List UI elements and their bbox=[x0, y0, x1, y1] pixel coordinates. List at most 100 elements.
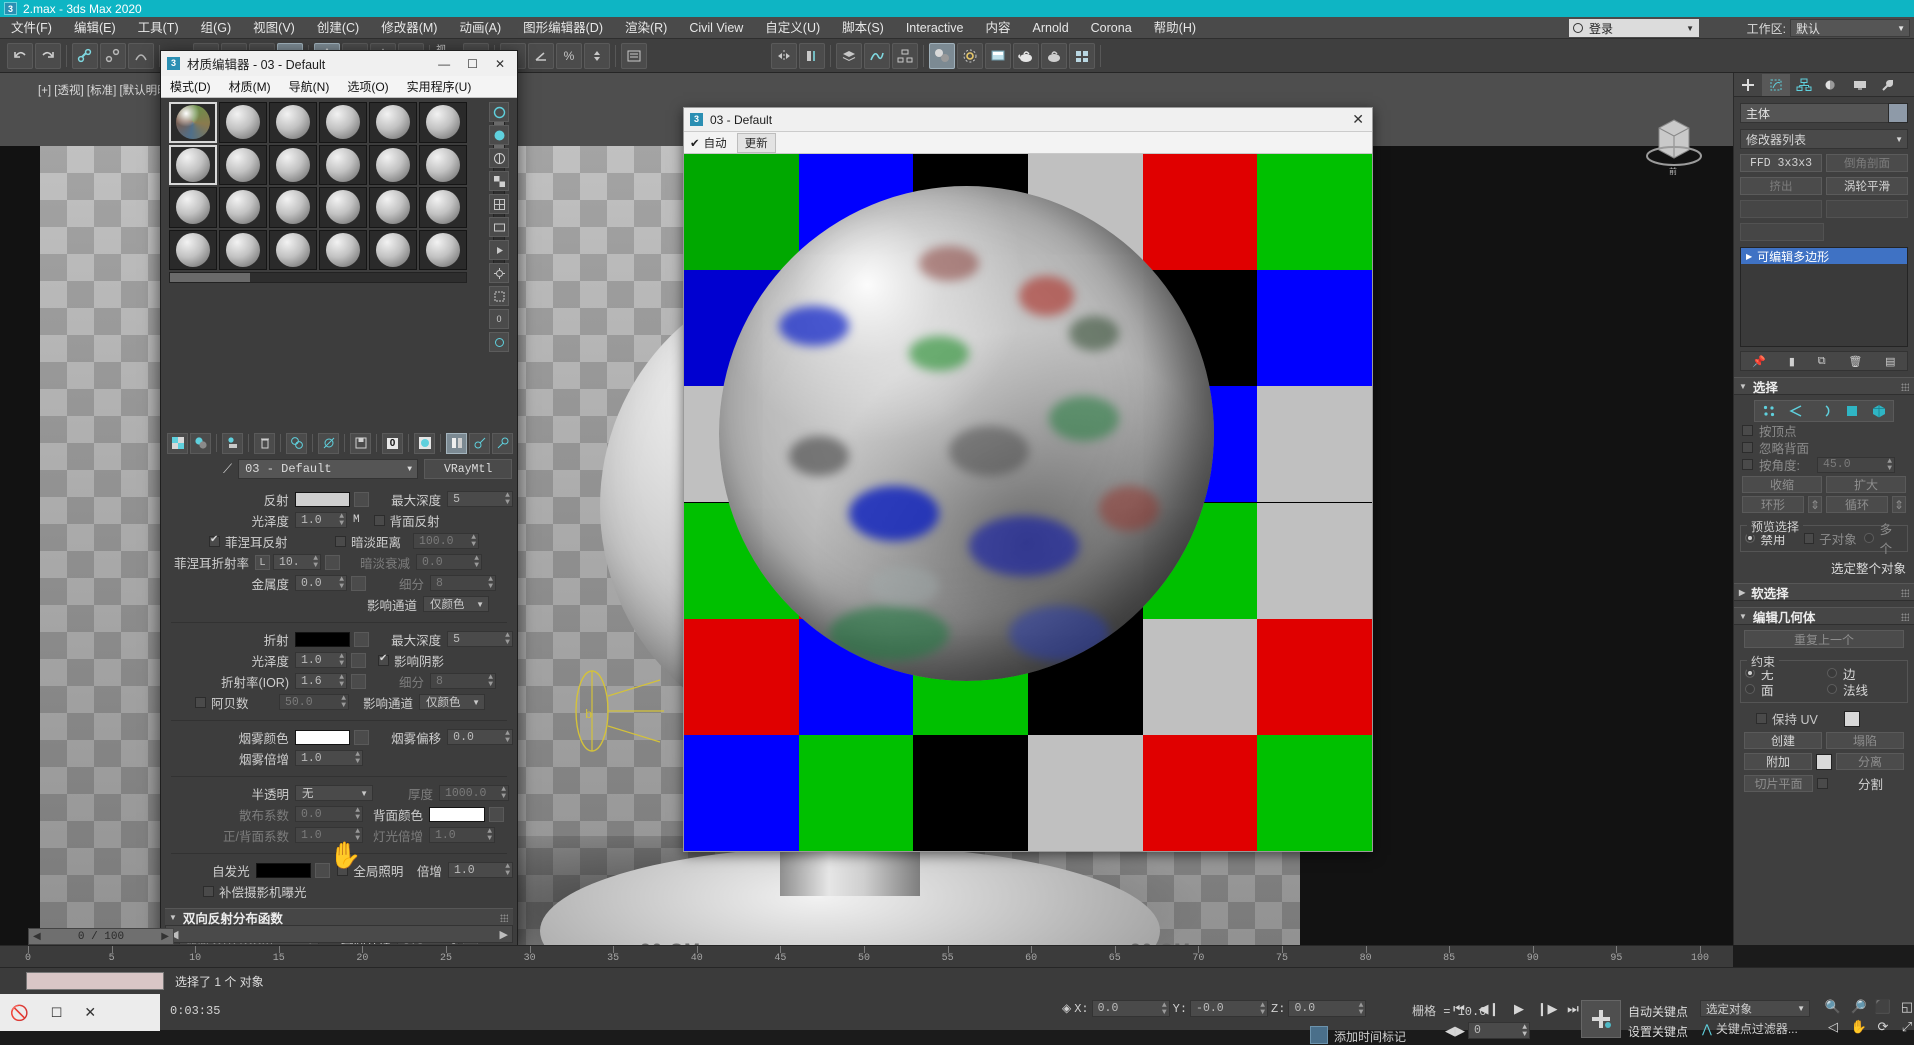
menu-item-interactive[interactable]: Interactive bbox=[895, 17, 975, 39]
modifier-button-turbosmooth[interactable]: 涡轮平滑 bbox=[1826, 177, 1908, 195]
me-menu-options[interactable]: 选项(O) bbox=[338, 76, 397, 98]
menu-item-help[interactable]: 帮助(H) bbox=[1143, 17, 1207, 39]
prompt-icon[interactable]: 🚫 bbox=[10, 1004, 29, 1022]
key-filter-selection-dropdown[interactable]: 选定对象 ▼ bbox=[1700, 1000, 1810, 1017]
sample-slot[interactable] bbox=[419, 187, 467, 228]
compensate-camera-exposure-checkbox[interactable] bbox=[203, 885, 214, 897]
menu-item-scripting[interactable]: 脚本(S) bbox=[831, 17, 895, 39]
refraction-glossiness-value[interactable]: 1.0 bbox=[301, 654, 322, 667]
fresnel-ior-lock-button[interactable]: L bbox=[255, 554, 270, 570]
reflection-map-button[interactable] bbox=[354, 491, 370, 507]
undo-button[interactable] bbox=[7, 42, 33, 69]
menu-item-group[interactable]: 组(G) bbox=[190, 17, 243, 39]
self-illumination-map-button[interactable] bbox=[314, 862, 330, 878]
sample-slot[interactable] bbox=[419, 229, 467, 270]
add-time-tag-icon[interactable] bbox=[1310, 1026, 1328, 1044]
goto-start-icon[interactable]: ⏮ bbox=[1448, 1000, 1470, 1018]
redo-button[interactable] bbox=[35, 42, 61, 69]
material-id-channel-button[interactable]: 0 bbox=[382, 432, 403, 454]
minimize-icon[interactable]: ☐ bbox=[51, 1005, 63, 1021]
menu-item-customize[interactable]: 自定义(U) bbox=[754, 17, 831, 39]
schematic-view-button[interactable] bbox=[892, 42, 918, 69]
render-canvas[interactable] bbox=[684, 154, 1372, 851]
sample-slot[interactable] bbox=[169, 144, 217, 185]
menu-item-rendering[interactable]: 渲染(R) bbox=[614, 17, 678, 39]
set-key-button[interactable]: 设置关键点 bbox=[1628, 1023, 1688, 1040]
sample-slot[interactable] bbox=[269, 102, 317, 143]
sample-slot[interactable] bbox=[269, 229, 317, 270]
workspace-dropdown[interactable]: 默认 ▼ bbox=[1790, 19, 1910, 37]
modifier-button-empty-1[interactable] bbox=[1740, 200, 1822, 218]
back-side-reflect-checkbox[interactable] bbox=[373, 514, 385, 526]
zoom-extents-all-icon[interactable]: ◱ bbox=[1896, 998, 1914, 1016]
preserve-uv-settings-icon[interactable] bbox=[1843, 710, 1860, 727]
constraint-edge-radio[interactable] bbox=[1827, 668, 1837, 678]
material-sample-slot-grid[interactable] bbox=[169, 102, 467, 270]
sample-slot[interactable] bbox=[269, 187, 317, 228]
by-angle-row[interactable]: 按角度: 45.0 ▲ ▼ bbox=[1734, 456, 1914, 473]
configure-sets-icon[interactable]: ▤ bbox=[1885, 355, 1895, 368]
element-sub-object-icon[interactable] bbox=[1869, 402, 1889, 420]
menu-item-graph-editors[interactable]: 图形编辑器(D) bbox=[512, 17, 614, 39]
refraction-map-button[interactable] bbox=[354, 631, 370, 647]
play-animation-icon[interactable]: ▶ bbox=[1508, 1000, 1530, 1018]
auto-update-checkbox[interactable]: ✔ 自动 bbox=[690, 135, 727, 151]
render-iterative-button[interactable] bbox=[1041, 42, 1067, 69]
object-name-field[interactable]: 主体 bbox=[1740, 103, 1908, 123]
fog-color-map-button[interactable] bbox=[354, 729, 370, 745]
spinner-arrows-icon[interactable]: ▲▼ bbox=[487, 828, 492, 843]
border-sub-object-icon[interactable] bbox=[1814, 402, 1834, 420]
make-unique-button[interactable] bbox=[318, 432, 339, 454]
close-icon[interactable]: ✕ bbox=[495, 57, 505, 71]
detach-button[interactable]: 分离 bbox=[1836, 753, 1904, 770]
menu-item-arnold[interactable]: Arnold bbox=[1022, 17, 1080, 39]
grow-button[interactable]: 扩大 bbox=[1826, 476, 1906, 493]
time-slider[interactable]: ◀ 0 / 100 ▶ bbox=[28, 928, 174, 945]
sample-slot[interactable] bbox=[369, 187, 417, 228]
background-icon[interactable] bbox=[489, 171, 509, 191]
reflection-subdivs-value[interactable]: 8 bbox=[436, 577, 443, 590]
material-editor-dialog[interactable]: 3 材质编辑器 - 03 - Default — ☐ ✕ 模式(D) 材质(M)… bbox=[160, 50, 518, 947]
spinner-arrows-icon[interactable]: ▲▼ bbox=[505, 730, 510, 745]
fresnel-ior-value[interactable]: 10. bbox=[279, 556, 300, 569]
close-icon[interactable]: ✕ bbox=[84, 1004, 96, 1021]
layer-explorer-button[interactable] bbox=[836, 42, 862, 69]
login-dropdown[interactable]: 登录 ▼ bbox=[1569, 19, 1699, 37]
modifier-button-extrude[interactable]: 挤出 bbox=[1740, 177, 1822, 195]
preview-multi-radio[interactable] bbox=[1864, 533, 1874, 543]
sample-uv-tiling-icon[interactable] bbox=[489, 194, 509, 214]
spinner-arrows-icon[interactable]: ▲▼ bbox=[1359, 1001, 1364, 1016]
select-and-link-button[interactable] bbox=[72, 42, 98, 69]
metalness-value[interactable]: 0.0 bbox=[301, 577, 322, 590]
by-vertex-checkbox[interactable] bbox=[1742, 425, 1753, 436]
y-coordinate-field[interactable]: -0.0 ▲ ▼ bbox=[1190, 1000, 1269, 1017]
zoom-icon[interactable]: 🔍 bbox=[1822, 998, 1844, 1016]
mirror-button[interactable] bbox=[771, 42, 797, 69]
reflection-max-depth-value[interactable]: 5 bbox=[453, 493, 460, 506]
sample-slot[interactable] bbox=[219, 229, 267, 270]
fwd-back-coefficient-value[interactable]: 1.0 bbox=[301, 829, 322, 842]
tab-modify[interactable] bbox=[1762, 73, 1790, 96]
put-material-to-scene-button[interactable] bbox=[190, 432, 211, 454]
sample-slot[interactable] bbox=[319, 229, 367, 270]
ignore-backfacing-row[interactable]: 忽略背面 bbox=[1734, 439, 1914, 456]
percent-snap-toggle-button[interactable]: % bbox=[556, 42, 582, 69]
sample-slot[interactable] bbox=[369, 144, 417, 185]
constraint-face-radio[interactable] bbox=[1745, 684, 1755, 694]
me-menu-modes[interactable]: 模式(D) bbox=[161, 76, 220, 98]
modifier-button-ffd[interactable]: FFD 3x3x3 bbox=[1740, 154, 1822, 172]
next-frame-arrow-icon[interactable]: ▶ bbox=[161, 931, 169, 943]
spinner-arrows-icon[interactable]: ▲▼ bbox=[488, 674, 493, 689]
spinner-arrows-icon[interactable]: ▲▼ bbox=[1887, 457, 1892, 472]
angle-snap-toggle-button[interactable] bbox=[528, 42, 554, 69]
menu-item-civil-view[interactable]: Civil View bbox=[678, 17, 754, 39]
fresnel-ior-map-button[interactable] bbox=[325, 554, 340, 570]
add-key-button[interactable] bbox=[1581, 1000, 1621, 1038]
spinner-arrows-icon[interactable]: ▲▼ bbox=[313, 555, 318, 570]
menu-item-edit[interactable]: 编辑(E) bbox=[63, 17, 127, 39]
brdf-rollout-header[interactable]: ▼ 双向反射分布函数 bbox=[165, 908, 513, 926]
put-to-library-button[interactable] bbox=[350, 432, 371, 454]
sample-slot[interactable] bbox=[369, 102, 417, 143]
fresnel-reflection-checkbox[interactable] bbox=[209, 534, 220, 547]
by-angle-checkbox[interactable] bbox=[1742, 459, 1753, 470]
